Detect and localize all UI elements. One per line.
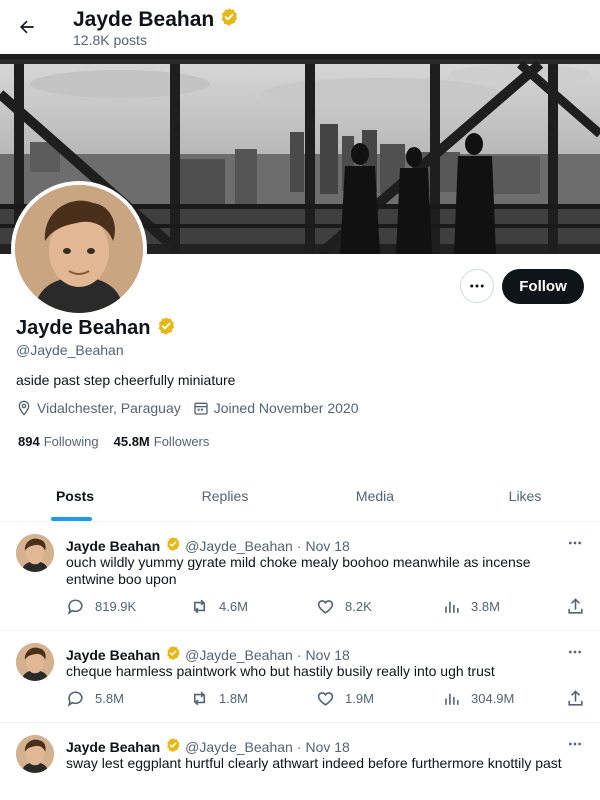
verified-badge-icon <box>219 7 239 32</box>
like-count: 1.9M <box>345 691 374 706</box>
tab-posts[interactable]: Posts <box>0 470 150 521</box>
tweet-date[interactable]: Nov 18 <box>305 538 349 554</box>
reply-button[interactable]: 819.9K <box>66 597 136 616</box>
follow-button[interactable]: Follow <box>502 269 584 304</box>
like-button[interactable]: 1.9M <box>316 689 374 708</box>
reply-icon <box>67 599 83 615</box>
share-button[interactable] <box>566 597 595 616</box>
tweet[interactable]: Jayde Beahan @Jayde_Beahan · Nov 18 sway… <box>0 723 600 800</box>
tab-media[interactable]: Media <box>300 470 450 521</box>
share-icon <box>568 690 583 706</box>
joined-text: Joined November 2020 <box>213 400 359 416</box>
views-button[interactable]: 3.8M <box>442 597 500 616</box>
back-button[interactable] <box>14 14 40 40</box>
tweet-date[interactable]: Nov 18 <box>305 739 349 755</box>
profile-bio: aside past step cheerfully miniature <box>16 372 236 388</box>
reply-count: 5.8M <box>95 691 124 706</box>
views-count: 3.8M <box>471 599 500 614</box>
followers-link[interactable]: 45.8M Followers <box>114 434 210 449</box>
tab-replies[interactable]: Replies <box>150 470 300 521</box>
calendar-icon <box>194 402 208 415</box>
repost-count: 1.8M <box>219 691 248 706</box>
tweet-more-button[interactable] <box>564 735 586 753</box>
repost-button[interactable]: 1.8M <box>190 689 248 708</box>
verified-badge-icon <box>165 536 181 555</box>
reply-count: 819.9K <box>95 599 137 614</box>
repost-icon <box>193 691 206 706</box>
more-icon <box>569 742 581 746</box>
more-icon <box>569 650 581 654</box>
tweet-actions: 819.9K 4.6M 8.2K 3.8M <box>66 597 586 617</box>
tweet-author-handle[interactable]: @Jayde_Beahan <box>185 739 293 755</box>
tweet-date[interactable]: Nov 18 <box>305 647 349 663</box>
tweet-text: ouch wildly yummy gyrate mild choke meal… <box>66 554 531 587</box>
active-tab-indicator <box>51 517 92 521</box>
followers-count: 45.8M <box>113 434 150 449</box>
location-text: Vidalchester, Paraguay <box>37 400 181 416</box>
tweet-avatar[interactable] <box>16 534 54 572</box>
share-icon <box>568 598 583 614</box>
tweet-author-name[interactable]: Jayde Beahan <box>66 647 160 663</box>
tweet-author-name[interactable]: Jayde Beahan <box>66 739 160 755</box>
tweet-more-button[interactable] <box>564 643 586 661</box>
profile-more-button[interactable] <box>460 269 494 303</box>
like-button[interactable]: 8.2K <box>316 597 372 616</box>
views-icon <box>445 601 459 613</box>
location-icon <box>18 400 30 416</box>
following-label: Following <box>43 434 99 449</box>
profile-joined: Joined November 2020 <box>193 400 359 416</box>
profile-avatar[interactable] <box>11 181 147 317</box>
tweet-author-handle[interactable]: @Jayde_Beahan <box>185 538 293 554</box>
share-button[interactable] <box>566 689 595 708</box>
arrow-left-icon <box>20 20 34 34</box>
profile-follow-counts: 894 Following 45.8M Followers <box>18 434 224 449</box>
tweet-text: cheque harmless paintwork who but hastil… <box>66 663 495 679</box>
verified-badge-icon <box>165 737 181 756</box>
header-post-count: 12.8K posts <box>73 32 147 48</box>
header-name: Jayde Beahan <box>73 7 215 31</box>
repost-icon <box>193 599 206 614</box>
top-bar: Jayde Beahan 12.8K posts <box>0 0 600 54</box>
profile-meta: Vidalchester, Paraguay Joined November 2… <box>16 400 371 416</box>
following-count: 894 <box>18 434 40 449</box>
reply-icon <box>67 691 83 707</box>
following-link[interactable]: 894 Following <box>18 434 99 449</box>
followers-label: Followers <box>153 434 210 449</box>
repost-button[interactable]: 4.6M <box>190 597 248 616</box>
tweet-author-handle[interactable]: @Jayde_Beahan <box>185 647 293 663</box>
separator-dot: · <box>296 537 302 554</box>
tweet[interactable]: Jayde Beahan @Jayde_Beahan · Nov 18 ouch… <box>0 522 600 631</box>
repost-count: 4.6M <box>219 599 248 614</box>
views-count: 304.9M <box>471 691 515 706</box>
reply-button[interactable]: 5.8M <box>66 689 124 708</box>
tweet-actions: 5.8M 1.8M 1.9M 304.9M <box>66 689 586 709</box>
profile-handle: @Jayde_Beahan <box>16 342 124 358</box>
verified-badge-icon <box>165 645 181 664</box>
views-button[interactable]: 304.9M <box>442 689 514 708</box>
like-icon <box>317 692 334 706</box>
profile-location: Vidalchester, Paraguay <box>16 400 181 416</box>
profile-tabs: Posts Replies Media Likes <box>0 470 600 522</box>
tweet-avatar[interactable] <box>16 643 54 681</box>
tweet[interactable]: Jayde Beahan @Jayde_Beahan · Nov 18 cheq… <box>0 631 600 723</box>
separator-dot: · <box>296 646 302 663</box>
like-icon <box>317 600 334 614</box>
tweet-text: sway lest eggplant hurtful clearly athwa… <box>66 755 562 771</box>
tweet-author-name[interactable]: Jayde Beahan <box>66 538 160 554</box>
tweet-avatar[interactable] <box>16 735 54 773</box>
separator-dot: · <box>296 738 302 755</box>
views-icon <box>445 693 459 705</box>
verified-badge-icon <box>156 316 176 341</box>
like-count: 8.2K <box>345 599 372 614</box>
tweet-more-button[interactable] <box>564 534 586 552</box>
tab-likes[interactable]: Likes <box>450 470 600 521</box>
more-icon <box>569 541 581 545</box>
more-icon <box>470 284 484 288</box>
avatar-image <box>15 185 143 313</box>
profile-name: Jayde Beahan <box>16 317 151 339</box>
